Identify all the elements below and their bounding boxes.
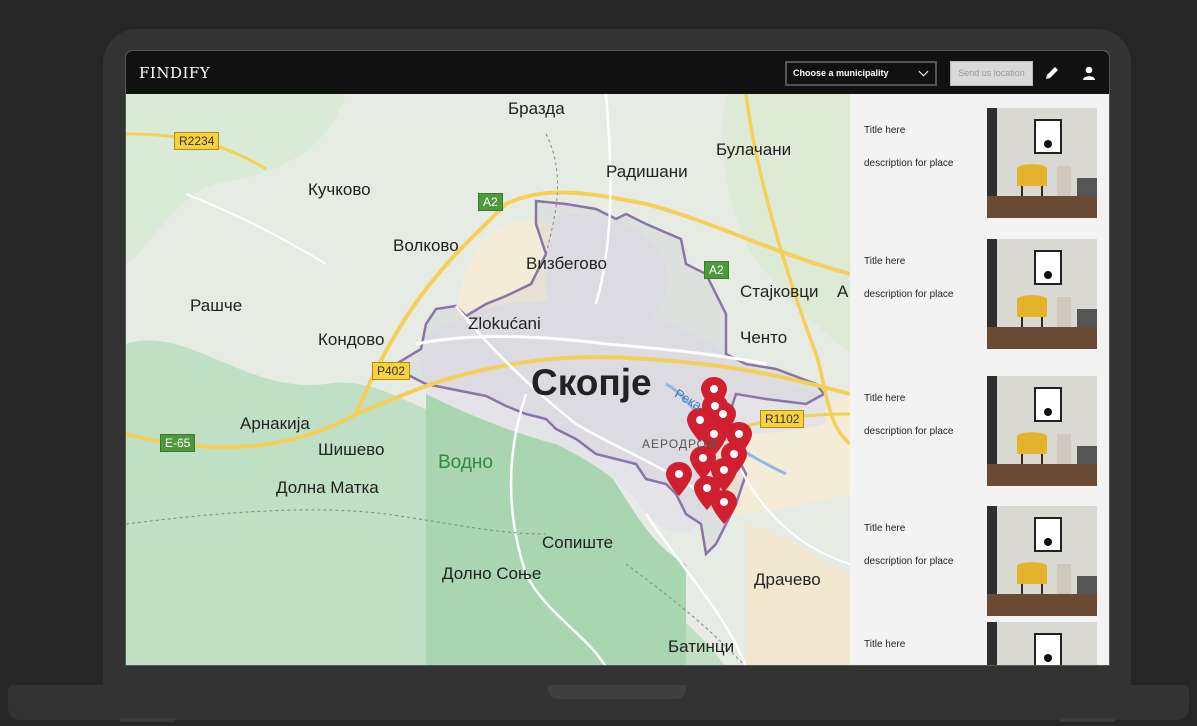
road-shield: A2 bbox=[704, 261, 729, 279]
map-label: Волково bbox=[393, 236, 459, 255]
place-card-description: description for place bbox=[864, 556, 954, 567]
place-card-title: Title here bbox=[864, 125, 906, 136]
district-label: АЕРОДРОМ bbox=[642, 437, 719, 451]
map-view[interactable]: Бразда Булачани Радишани Кучково Волково… bbox=[126, 94, 850, 665]
map-label: Бразда bbox=[508, 99, 565, 118]
road-shield: R1102 bbox=[760, 410, 805, 428]
place-card-image bbox=[987, 108, 1097, 218]
chevron-down-icon bbox=[918, 66, 929, 77]
app-screen: FINDIFY Choose a municipality Send us lo… bbox=[125, 50, 1110, 666]
map-label: Долно Соње bbox=[442, 564, 542, 583]
city-label: Скопје bbox=[531, 362, 652, 403]
road-shield: R2234 bbox=[174, 132, 220, 150]
map-label: Шишево bbox=[318, 440, 385, 459]
laptop-foot bbox=[1060, 718, 1115, 722]
map-label: Кондово bbox=[318, 330, 385, 349]
brand-logo[interactable]: FINDIFY bbox=[139, 64, 210, 82]
municipality-select-value: Choose a municipality bbox=[793, 68, 889, 78]
pencil-icon[interactable] bbox=[1044, 65, 1060, 81]
map-label: Ченто bbox=[740, 328, 788, 347]
place-card[interactable]: Title here description for place bbox=[850, 505, 1109, 616]
road-shield: E-65 bbox=[160, 434, 196, 452]
place-card-image bbox=[987, 506, 1097, 616]
map-label: Радишани bbox=[606, 162, 688, 181]
map-label: Рашче bbox=[190, 296, 243, 315]
map-label: Zlokućani bbox=[468, 314, 541, 333]
map-label: Долна Матка bbox=[276, 478, 379, 497]
place-card[interactable]: Title here description for place bbox=[850, 107, 1109, 218]
laptop-notch bbox=[548, 685, 686, 699]
park-label: Водно bbox=[438, 452, 493, 473]
map-label: Батинци bbox=[668, 637, 735, 656]
map-label: Арнакија bbox=[240, 414, 310, 433]
places-sidebar[interactable]: Title here description for place Title h… bbox=[850, 94, 1109, 665]
place-card-title: Title here bbox=[864, 523, 906, 534]
place-card[interactable]: Title here description for place bbox=[850, 375, 1109, 486]
road-shield: A2 bbox=[478, 193, 503, 211]
place-card-image bbox=[987, 622, 1097, 665]
place-card-description: description for place bbox=[864, 158, 954, 169]
road-shield: P402 bbox=[372, 362, 411, 380]
map-label: Стајковци bbox=[740, 282, 819, 301]
laptop-foot bbox=[120, 718, 175, 722]
place-card-title: Title here bbox=[864, 256, 906, 267]
place-card[interactable]: Title here description for place bbox=[850, 238, 1109, 349]
map-label: Драчево bbox=[754, 570, 821, 589]
place-card-title: Title here bbox=[864, 639, 906, 650]
municipality-select[interactable]: Choose a municipality bbox=[785, 61, 937, 86]
user-icon[interactable] bbox=[1081, 65, 1097, 81]
send-location-button[interactable]: Send us location bbox=[950, 61, 1033, 86]
place-card-description: description for place bbox=[864, 426, 954, 437]
map-label: Булачани bbox=[716, 140, 792, 159]
place-card-image bbox=[987, 239, 1097, 349]
place-card-image bbox=[987, 376, 1097, 486]
map-label: Визбегово bbox=[526, 254, 608, 273]
map-label: Кучково bbox=[308, 180, 371, 199]
navbar: FINDIFY Choose a municipality Send us lo… bbox=[126, 51, 1109, 94]
place-card-description: description for place bbox=[864, 289, 954, 300]
place-card[interactable]: Title here bbox=[850, 621, 1109, 665]
map-label: A bbox=[837, 282, 849, 301]
map-label: Сопиште bbox=[542, 533, 614, 552]
place-card-title: Title here bbox=[864, 393, 906, 404]
